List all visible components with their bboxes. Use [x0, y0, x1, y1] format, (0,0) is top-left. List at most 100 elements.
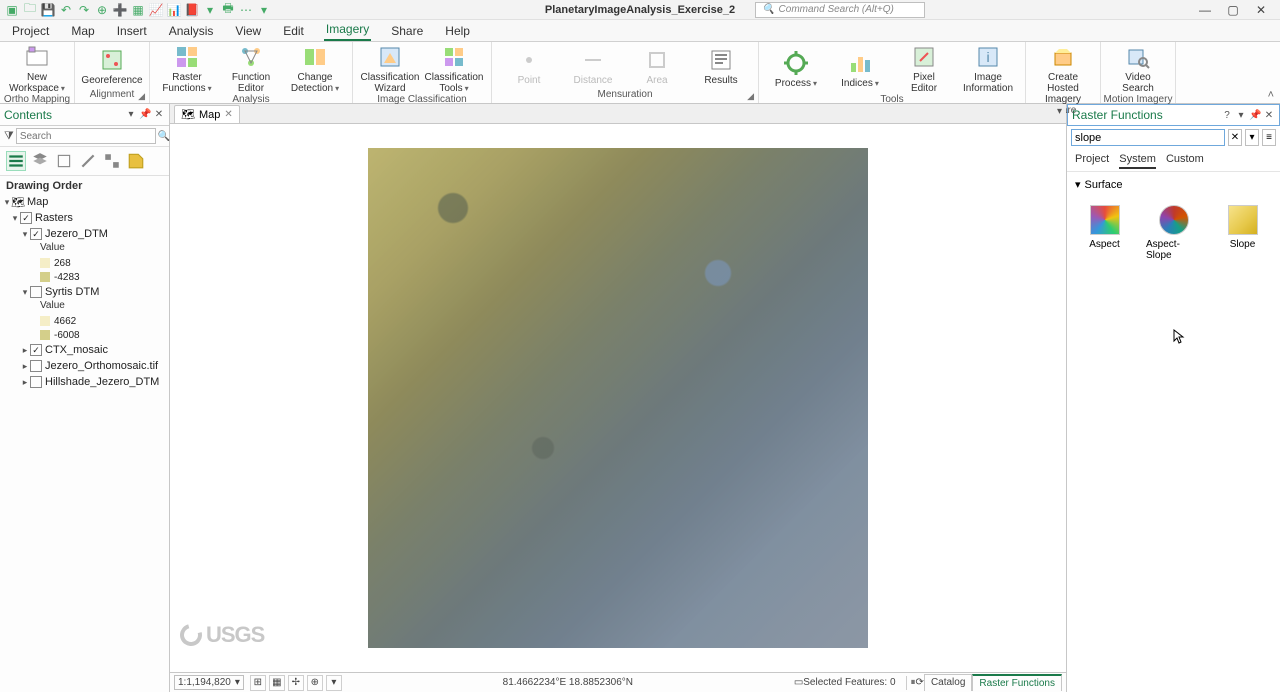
map-node[interactable]: ▾🗺Map [2, 194, 167, 210]
rf-item-aspect[interactable]: Aspect [1077, 205, 1132, 261]
syrtis-dtm-node[interactable]: ▾Syrtis DTM [2, 284, 167, 300]
twisty-icon[interactable]: ▸ [20, 345, 30, 356]
syrtis-dtm-checkbox[interactable] [30, 286, 42, 298]
tab-view[interactable]: View [233, 21, 263, 41]
search-go-icon[interactable]: 🔍 [158, 131, 170, 142]
image-information-button[interactable]: iImageInformation [959, 44, 1017, 94]
rf-close-button[interactable]: ✕ [1263, 110, 1275, 121]
close-button[interactable]: ✕ [1254, 3, 1268, 17]
rf-item-aspect-slope[interactable]: Aspect-Slope [1146, 205, 1201, 261]
change-detection-button[interactable]: ChangeDetection [286, 44, 344, 94]
function-editor-button[interactable]: FunctionEditor [222, 44, 280, 94]
list-by-source-button[interactable] [30, 151, 50, 171]
sb-dynamic-button[interactable]: ⊕ [307, 675, 323, 691]
video-search-button[interactable]: VideoSearch [1109, 44, 1167, 94]
sb-constrain-button[interactable]: ⊞ [250, 675, 266, 691]
rf-help-button[interactable]: ? [1221, 110, 1233, 121]
view-options-button[interactable]: ▾ [1057, 106, 1062, 117]
contents-options-button[interactable]: ▾ [125, 109, 137, 120]
jezero-dtm-node[interactable]: ▾Jezero_DTM [2, 226, 167, 242]
rf-subtab-system[interactable]: System [1119, 153, 1156, 169]
qat-book-icon[interactable]: 📕 [184, 2, 200, 18]
tab-edit[interactable]: Edit [281, 21, 306, 41]
new-workspace-button[interactable]: NewWorkspace [8, 44, 66, 94]
list-by-drawing-order-button[interactable] [6, 151, 26, 171]
list-by-editing-button[interactable] [78, 151, 98, 171]
qat-save-icon[interactable]: 💾 [40, 2, 56, 18]
twisty-icon[interactable]: ▸ [20, 377, 30, 388]
contents-pin-button[interactable]: 📌 [139, 109, 151, 120]
indices-button[interactable]: Indices [831, 50, 889, 89]
hillshade-node[interactable]: ▸Hillshade_Jezero_DTM [2, 374, 167, 390]
jezero-dtm-checkbox[interactable] [30, 228, 42, 240]
rf-menu-button[interactable]: ≡ [1262, 129, 1276, 146]
tab-share[interactable]: Share [389, 21, 425, 41]
list-by-labeling-button[interactable] [126, 151, 146, 171]
qat-print-icon[interactable]: 🖶 [220, 2, 236, 18]
ctx-mosaic-checkbox[interactable] [30, 344, 42, 356]
tab-project[interactable]: Project [10, 21, 51, 41]
minimize-button[interactable]: — [1198, 3, 1212, 17]
scale-dd-icon[interactable]: ▾ [235, 677, 240, 688]
process-button[interactable]: Process [767, 50, 825, 89]
qat-table-icon[interactable]: ▦ [130, 2, 146, 18]
maximize-button[interactable]: ▢ [1226, 3, 1240, 17]
qat-ext-icon[interactable]: ▾ [202, 2, 218, 18]
qat-undo-icon[interactable]: ↶ [58, 2, 74, 18]
scale-input[interactable]: 1:1,194,820▾ [174, 675, 244, 690]
dialog-launcher-alignment[interactable]: ◢ [138, 91, 145, 102]
tab-insert[interactable]: Insert [115, 21, 149, 41]
sb-more-button[interactable]: ▾ [326, 675, 342, 691]
ribbon-collapse-button[interactable]: ˄ [1268, 89, 1274, 101]
qat-explore-icon[interactable]: ⊕ [94, 2, 110, 18]
filter-icon[interactable]: ⧩ [4, 130, 14, 143]
create-hosted-imagery-button[interactable]: Create HostedImagery [1034, 44, 1092, 105]
rasters-checkbox[interactable] [20, 212, 32, 224]
dialog-launcher-mensuration[interactable]: ◢ [747, 91, 754, 102]
command-search[interactable]: 🔍 Command Search (Alt+Q) [755, 2, 925, 18]
rf-options-button[interactable]: ▾ [1235, 110, 1247, 121]
twisty-icon[interactable]: ▾ [20, 287, 30, 298]
jezero-ortho-checkbox[interactable] [30, 360, 42, 372]
twisty-icon[interactable]: ▸ [20, 361, 30, 372]
tab-imagery[interactable]: Imagery [324, 19, 371, 41]
footer-tab-catalog[interactable]: Catalog [924, 674, 972, 691]
twisty-icon[interactable]: ▾ [20, 229, 30, 240]
qat-new-icon[interactable]: ▣ [4, 2, 20, 18]
qat-more-icon[interactable]: ⋯ [238, 2, 254, 18]
list-by-snapping-button[interactable] [102, 151, 122, 171]
twisty-icon[interactable]: ▾ [10, 213, 20, 224]
contents-close-button[interactable]: ✕ [153, 109, 165, 120]
sb-refresh-button[interactable]: ⟳ [916, 677, 924, 688]
ctx-mosaic-node[interactable]: ▸CTX_mosaic [2, 342, 167, 358]
rf-subtab-custom[interactable]: Custom [1166, 153, 1204, 169]
qat-chart-icon[interactable]: 📈 [148, 2, 164, 18]
pixel-editor-button[interactable]: PixelEditor [895, 44, 953, 94]
rasters-node[interactable]: ▾Rasters [2, 210, 167, 226]
rf-pin-button[interactable]: 📌 [1249, 110, 1261, 121]
qat-open-icon[interactable]: 🗀 [22, 2, 38, 18]
rf-search-dd-button[interactable]: ▾ [1245, 129, 1259, 146]
tab-analysis[interactable]: Analysis [167, 21, 216, 41]
rf-search-input[interactable] [1071, 129, 1225, 146]
tab-help[interactable]: Help [443, 21, 472, 41]
rf-item-slope[interactable]: Slope [1215, 205, 1270, 261]
sb-grid-button[interactable]: ✢ [288, 675, 304, 691]
map-canvas[interactable]: USGS [170, 124, 1066, 672]
rf-category-toggle[interactable]: ▾ Surface [1075, 178, 1272, 191]
footer-tab-raster-functions[interactable]: Raster Functions [972, 674, 1062, 691]
hillshade-checkbox[interactable] [30, 376, 42, 388]
jezero-ortho-node[interactable]: ▸Jezero_Orthomosaic.tif [2, 358, 167, 374]
classification-wizard-button[interactable]: ClassificationWizard [361, 44, 419, 94]
list-by-selection-button[interactable] [54, 151, 74, 171]
rf-clear-button[interactable]: ✕ [1228, 129, 1242, 146]
qat-chart2-icon[interactable]: 📊 [166, 2, 182, 18]
contents-search-input[interactable] [16, 128, 156, 144]
qat-custom-icon[interactable]: ▾ [256, 2, 272, 18]
classification-tools-button[interactable]: ClassificationTools [425, 44, 483, 94]
qat-redo-icon[interactable]: ↷ [76, 2, 92, 18]
georeference-button[interactable]: Georeference [83, 47, 141, 86]
rf-subtab-project[interactable]: Project [1075, 153, 1109, 169]
map-tab-close-button[interactable]: ✕ [224, 109, 232, 120]
map-tab[interactable]: 🗺 Map ✕ [174, 105, 240, 123]
